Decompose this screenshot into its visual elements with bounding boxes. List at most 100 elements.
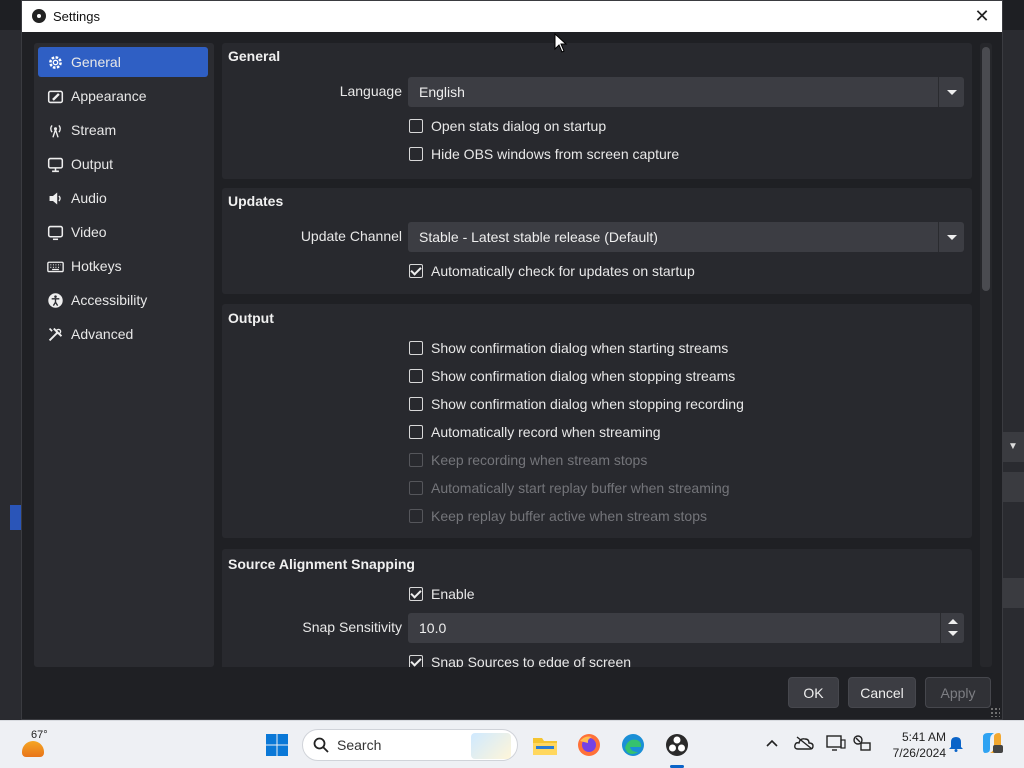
resize-grip-icon[interactable] (990, 707, 1000, 717)
apply-button[interactable]: Apply (925, 677, 991, 708)
sidebar-item-appearance[interactable]: Appearance (38, 81, 208, 111)
obs-main-side-button[interactable] (1002, 472, 1024, 502)
mouse-pointer-icon (554, 33, 568, 53)
sidebar-item-output[interactable]: Output (38, 149, 208, 179)
sidebar-item-advanced[interactable]: Advanced (38, 319, 208, 349)
close-button[interactable]: ✕ (970, 4, 994, 28)
sidebar-item-label: Advanced (71, 326, 134, 342)
windows-start-icon[interactable] (261, 729, 293, 761)
notification-bell-icon[interactable] (946, 733, 966, 753)
tools-icon (46, 325, 64, 343)
title-bar: Settings ✕ (22, 1, 1002, 32)
obs-main-right-edge (1002, 30, 1024, 720)
sidebar-item-general[interactable]: General (38, 47, 208, 77)
checkbox-box[interactable] (409, 587, 423, 601)
display-icon[interactable] (826, 733, 846, 753)
settings-sidebar: General Appearance Stream Output Audio V… (34, 43, 214, 667)
checkbox-box[interactable] (409, 264, 423, 278)
sidebar-item-label: Stream (71, 122, 117, 138)
checkbox-label: Show confirmation dialog when starting s… (431, 340, 729, 356)
snap-sensitivity-value: 10.0 (419, 620, 447, 636)
taskbar-search-box[interactable]: Search (302, 729, 518, 761)
chevron-down-icon (938, 77, 964, 107)
sidebar-item-accessibility[interactable]: Accessibility (38, 285, 208, 315)
snapping-enable-checkbox[interactable]: Enable (409, 586, 475, 602)
network-icon[interactable] (852, 733, 872, 753)
checkbox-box[interactable] (409, 397, 423, 411)
appearance-icon (46, 87, 64, 105)
sidebar-item-label: Output (71, 156, 114, 172)
confirm-stop-stream-checkbox[interactable]: Show confirmation dialog when stopping s… (409, 368, 735, 384)
sidebar-item-label: General (71, 54, 121, 70)
output-icon (46, 155, 64, 173)
sidebar-item-label: Hotkeys (71, 258, 122, 274)
speaker-icon (46, 189, 64, 207)
accessibility-icon (46, 291, 64, 309)
checkbox-box (409, 453, 423, 467)
confirm-start-stream-checkbox[interactable]: Show confirmation dialog when starting s… (409, 340, 728, 356)
auto-record-checkbox[interactable]: Automatically record when streaming (409, 424, 661, 440)
spin-up-icon[interactable] (948, 619, 958, 624)
onedrive-icon[interactable] (794, 733, 814, 753)
checkbox-box[interactable] (409, 369, 423, 383)
settings-window: Settings ✕ General Appearance Stream Out… (21, 0, 1003, 720)
checkbox-box[interactable] (409, 119, 423, 133)
search-highlight-image (471, 733, 511, 759)
checkbox-box[interactable] (409, 655, 423, 667)
chevron-down-icon (938, 222, 964, 252)
spin-down-icon[interactable] (948, 631, 958, 636)
checkbox-box[interactable] (409, 147, 423, 161)
checkbox-label: Automatically check for updates on start… (431, 263, 695, 279)
taskbar-clock[interactable]: 5:41 AM 7/26/2024 (880, 729, 946, 761)
obs-main-dropdown-arrow-icon[interactable]: ▼ (1002, 432, 1024, 462)
cancel-button[interactable]: Cancel (848, 677, 916, 708)
checkbox-box[interactable] (409, 425, 423, 439)
sidebar-item-audio[interactable]: Audio (38, 183, 208, 213)
content-scrollbar[interactable] (980, 43, 992, 667)
update-channel-label: Update Channel (300, 228, 402, 244)
checkbox-label: Automatically start replay buffer when s… (431, 480, 730, 496)
obs-main-gear-button[interactable] (1002, 578, 1024, 608)
file-explorer-icon[interactable] (529, 729, 561, 761)
section-title: Output (228, 310, 274, 326)
update-channel-select[interactable]: Stable - Latest stable release (Default) (408, 222, 964, 252)
keep-recording-checkbox: Keep recording when stream stops (409, 452, 647, 468)
snapping-section: Source Alignment Snapping Enable Snap Se… (222, 549, 972, 667)
checkbox-label: Show confirmation dialog when stopping r… (431, 396, 744, 412)
language-select[interactable]: English (408, 77, 964, 107)
copilot-icon[interactable] (980, 731, 1004, 755)
auto-check-updates-checkbox[interactable]: Automatically check for updates on start… (409, 263, 695, 279)
scrollbar-thumb[interactable] (982, 47, 990, 291)
settings-content: General Language English Open stats dial… (222, 43, 972, 667)
sidebar-item-stream[interactable]: Stream (38, 115, 208, 145)
sidebar-item-video[interactable]: Video (38, 217, 208, 247)
search-icon (313, 737, 329, 753)
obs-logo-icon (32, 9, 46, 23)
checkbox-box (409, 509, 423, 523)
section-title: General (228, 48, 281, 64)
ok-button[interactable]: OK (788, 677, 839, 708)
update-channel-value: Stable - Latest stable release (Default) (419, 229, 658, 245)
broadcast-icon (46, 121, 64, 139)
section-title: Updates (228, 193, 284, 209)
section-title: Source Alignment Snapping (228, 556, 415, 572)
confirm-stop-recording-checkbox[interactable]: Show confirmation dialog when stopping r… (409, 396, 744, 412)
snap-edges-checkbox[interactable]: Snap Sources to edge of screen (409, 654, 631, 667)
obs-icon[interactable] (661, 729, 693, 761)
chevron-up-icon[interactable] (762, 733, 782, 753)
checkbox-box (409, 481, 423, 495)
firefox-icon[interactable] (573, 729, 605, 761)
checkbox-box[interactable] (409, 341, 423, 355)
monitor-icon (46, 223, 64, 241)
snap-sensitivity-spinbox[interactable]: 10.0 (408, 613, 964, 643)
open-stats-checkbox[interactable]: Open stats dialog on startup (409, 118, 606, 134)
language-value: English (419, 84, 465, 100)
checkbox-label: Snap Sources to edge of screen (431, 654, 632, 667)
sidebar-item-hotkeys[interactable]: Hotkeys (38, 251, 208, 281)
clock-date: 7/26/2024 (892, 746, 946, 760)
hide-obs-checkbox[interactable]: Hide OBS windows from screen capture (409, 146, 679, 162)
weather-widget[interactable]: 67° (18, 727, 58, 763)
edge-icon[interactable] (617, 729, 649, 761)
checkbox-label: Keep recording when stream stops (431, 452, 648, 468)
snap-sensitivity-label: Snap Sensitivity (302, 619, 402, 635)
